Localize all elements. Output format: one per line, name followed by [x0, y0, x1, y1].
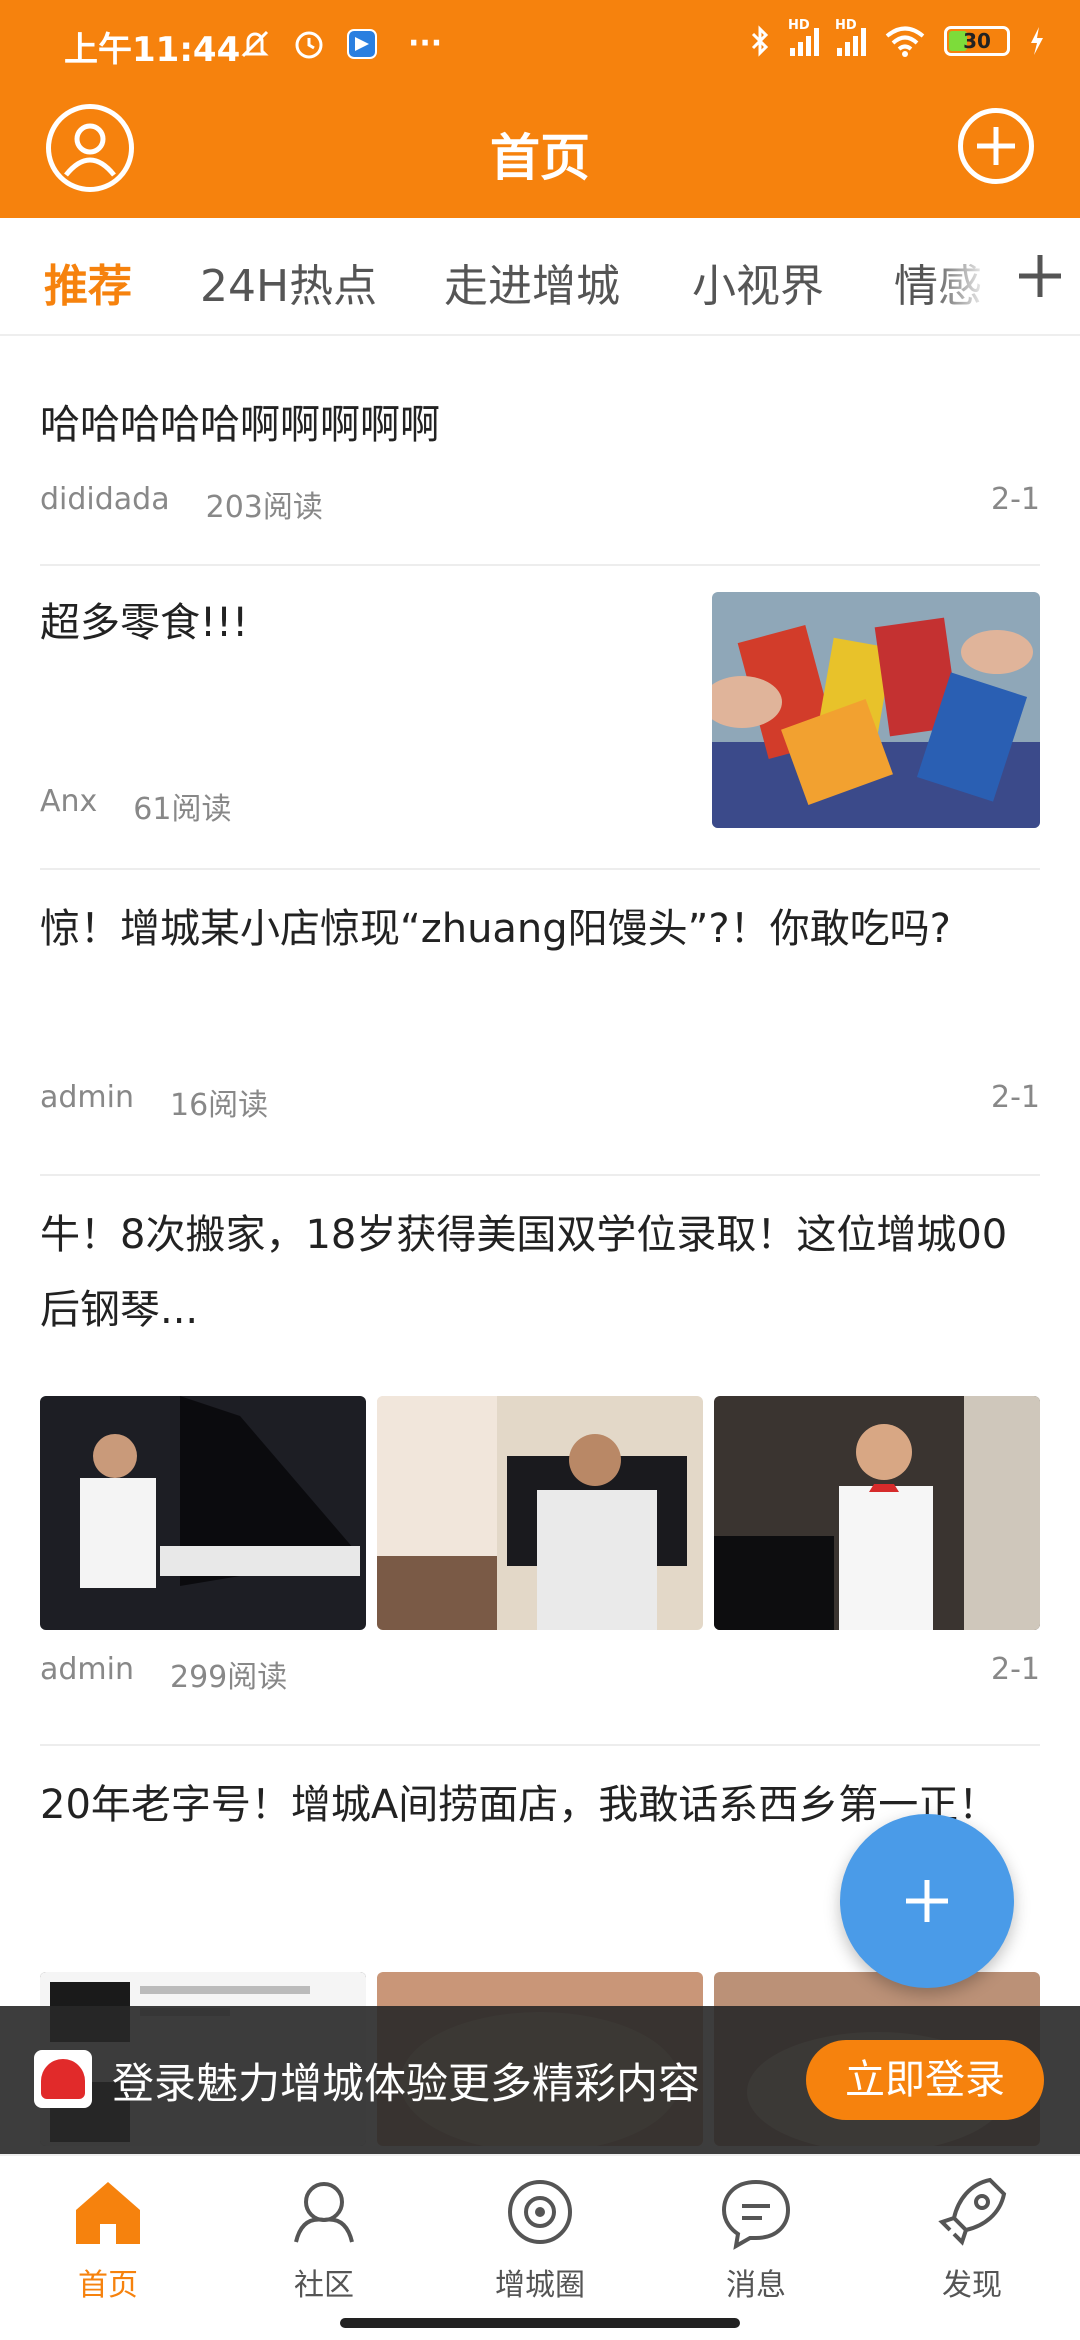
signal-icon: HD — [835, 18, 866, 56]
item-meta: dididada 203阅读 — [40, 482, 323, 526]
app-logo-icon — [34, 2050, 92, 2108]
app-root: 上午11:44 ··· HD HD 30 首页 推荐 24H热点 走进增城 小视… — [0, 0, 1080, 2340]
nav-label: 增城圈 — [495, 2268, 585, 2303]
alarm-icon — [295, 31, 323, 58]
item-date: 2-1 — [991, 1080, 1040, 1115]
bottom-navigation: 首页 社区 增城圈 消息 发现 — [0, 2154, 1080, 2340]
home-indicator[interactable] — [340, 2318, 740, 2328]
home-icon — [76, 2182, 140, 2244]
nav-community[interactable]: 社区 — [216, 2170, 432, 2304]
status-bar: 上午11:44 ··· HD HD 30 — [0, 0, 1080, 95]
item-meta: admin 299阅读 — [40, 1652, 287, 1696]
item-meta: admin 16阅读 — [40, 1080, 268, 1124]
nav-label: 发现 — [942, 2268, 1002, 2303]
message-icon — [721, 2179, 791, 2250]
category-tabs: 推荐 24H热点 走进增城 小视界 情感 — [0, 218, 1080, 336]
item-author: dididada — [40, 482, 170, 517]
item-reads: 16阅读 — [170, 1088, 269, 1123]
item-title: 惊！增城某小店惊现“zhuang阳馒头”?！你敢吃吗? — [40, 906, 951, 952]
nav-messages[interactable]: 消息 — [648, 2170, 864, 2304]
more-notifications-icon: ··· — [408, 26, 443, 61]
list-item[interactable]: 哈哈哈哈哈啊啊啊啊啊 dididada 203阅读 2-1 — [40, 336, 1040, 566]
teacher-photo — [377, 1396, 703, 1630]
nav-label: 社区 — [294, 2268, 354, 2303]
item-date: 2-1 — [991, 482, 1040, 517]
piano-photo — [40, 1396, 366, 1630]
battery-icon: 30 — [944, 26, 1010, 56]
boy-photo — [714, 1396, 1040, 1630]
item-title: 哈哈哈哈哈啊啊啊啊啊 — [40, 402, 440, 448]
signal-icon: HD — [788, 18, 819, 56]
item-title: 牛！8次搬家，18岁获得美国双学位录取！这位增城00后钢琴... — [40, 1212, 1008, 1333]
nav-label: 首页 — [78, 2268, 138, 2303]
bluetooth-icon — [751, 25, 769, 57]
nav-home[interactable]: 首页 — [0, 2170, 216, 2304]
item-reads: 203阅读 — [205, 490, 323, 525]
wifi-icon — [885, 26, 925, 57]
status-right-icons: HD HD 30 — [748, 18, 1046, 58]
item-reads: 299阅读 — [170, 1660, 288, 1695]
login-button[interactable]: 立即登录 — [806, 2040, 1044, 2120]
item-author: admin — [40, 1080, 134, 1115]
item-author: Anx — [40, 784, 98, 819]
item-date: 2-1 — [991, 1652, 1040, 1687]
login-banner: 登录魅力增城体验更多精彩内容 立即登录 — [0, 2006, 1080, 2154]
status-left-icons: ··· — [238, 26, 442, 61]
list-item[interactable]: 牛！8次搬家，18岁获得美国双学位录取！这位增城00后钢琴... admin 2… — [40, 1176, 1040, 1746]
battery-level: 30 — [963, 29, 991, 53]
nav-label: 消息 — [726, 2268, 786, 2303]
community-icon — [294, 2182, 354, 2243]
nav-circle[interactable]: 增城圈 — [432, 2170, 648, 2304]
page-title: 首页 — [490, 129, 590, 187]
list-item[interactable]: 惊！增城某小店惊现“zhuang阳馒头”?！你敢吃吗? admin 16阅读 2… — [40, 870, 1040, 1176]
item-reads: 61阅读 — [133, 792, 232, 827]
item-author: admin — [40, 1652, 134, 1687]
add-tab-icon[interactable] — [1018, 254, 1062, 298]
tab-small-view[interactable]: 小视界 — [692, 250, 824, 314]
circle-icon — [508, 2180, 572, 2244]
tab-recommend[interactable]: 推荐 — [44, 250, 132, 314]
snack-photo — [712, 592, 1040, 828]
item-meta: Anx 61阅读 — [40, 784, 231, 828]
mute-icon — [241, 30, 269, 57]
top-bar: 上午11:44 ··· HD HD 30 首页 — [0, 0, 1080, 218]
tab-zengcheng[interactable]: 走进增城 — [444, 250, 620, 314]
floating-add-button[interactable] — [840, 1814, 1014, 1988]
login-banner-text: 登录魅力增城体验更多精彩内容 — [112, 2059, 701, 2108]
app-notification-icon — [347, 28, 377, 59]
item-title: 超多零食!!! — [40, 600, 249, 646]
add-icon-button[interactable] — [958, 108, 1034, 184]
list-item[interactable]: 超多零食!!! Anx 61阅读 — [40, 566, 1040, 870]
tab-24h-hot[interactable]: 24H热点 — [200, 250, 377, 314]
nav-discover[interactable]: 发现 — [864, 2170, 1080, 2304]
rocket-icon — [938, 2177, 1007, 2246]
status-time: 上午11:44 — [64, 30, 241, 70]
charging-icon — [1031, 27, 1043, 55]
